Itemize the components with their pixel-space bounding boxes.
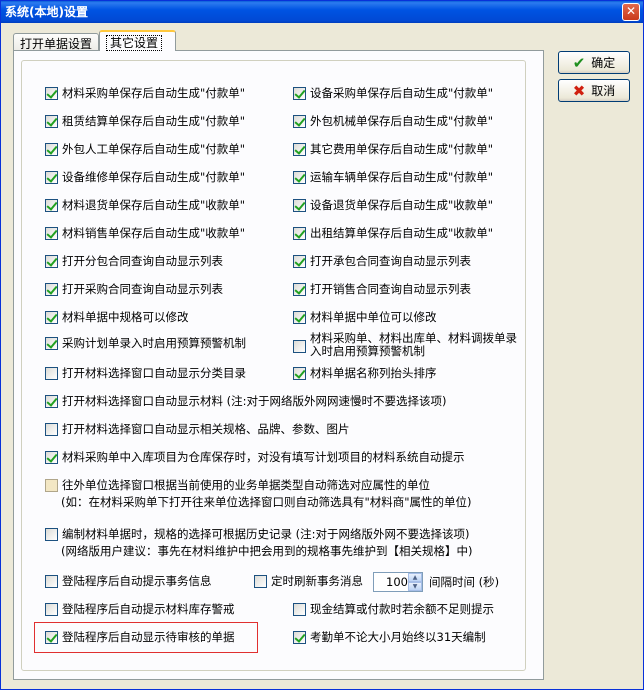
checkbox[interactable] xyxy=(293,227,306,240)
checkbox[interactable] xyxy=(45,283,58,296)
settings-window: 系统(本地)设置 ✕ 打开单据设置 其它设置 材料采购单保存后自动生成"付款单"… xyxy=(0,0,644,690)
option-spec-editable[interactable]: 材料单据中规格可以修改 xyxy=(45,310,189,325)
checkmark-icon: ✔ xyxy=(572,53,586,72)
option-plan-budget-warning[interactable]: 采购计划单录入时启用预算预警机制 xyxy=(45,336,246,351)
window-title: 系统(本地)设置 xyxy=(5,5,88,19)
checkbox[interactable] xyxy=(45,631,58,644)
checkbox[interactable] xyxy=(45,367,58,380)
option-contract-query-list[interactable]: 打开承包合同查询自动显示列表 xyxy=(293,254,471,269)
checkbox[interactable] xyxy=(293,171,306,184)
checkbox[interactable] xyxy=(293,603,306,616)
option-attendance-31-days[interactable]: 考勤单不论大小月始终以31天编制 xyxy=(293,630,486,645)
refresh-interval-stepper[interactable]: 100 ▲ ▼ xyxy=(373,572,423,592)
option-transport-vehicle-payment[interactable]: 运输车辆单保存后自动生成"付款单" xyxy=(293,170,493,185)
option-unit-editable[interactable]: 材料单据中单位可以修改 xyxy=(293,310,437,325)
checkbox[interactable] xyxy=(293,340,306,353)
spin-down-icon[interactable]: ▼ xyxy=(408,582,422,591)
option-subcontract-query-list[interactable]: 打开分包合同查询自动显示列表 xyxy=(45,254,223,269)
option-material-window-category[interactable]: 打开材料选择窗口自动显示分类目录 xyxy=(45,366,246,381)
option-material-sales-receipt[interactable]: 材料销售单保存后自动生成"收款单" xyxy=(45,226,245,241)
option-equipment-purchase-payment[interactable]: 设备采购单保存后自动生成"付款单" xyxy=(293,86,493,101)
checkbox[interactable] xyxy=(254,575,267,588)
option-outsource-labor-payment[interactable]: 外包人工单保存后自动生成"付款单" xyxy=(45,142,245,157)
checkbox[interactable] xyxy=(45,115,58,128)
cancel-button[interactable]: ✖ 取消 xyxy=(558,79,630,102)
checkbox[interactable] xyxy=(293,311,306,324)
option-material-purchase-payment[interactable]: 材料采购单保存后自动生成"付款单" xyxy=(45,86,245,101)
option-purchase-contract-query-list[interactable]: 打开采购合同查询自动显示列表 xyxy=(45,282,223,297)
checkbox[interactable] xyxy=(45,337,58,350)
option-login-stock-warning[interactable]: 登陆程序后自动提示材料库存警戒 xyxy=(45,602,235,617)
option-equipment-repair-payment[interactable]: 设备维修单保存后自动生成"付款单" xyxy=(45,170,245,185)
checkbox[interactable] xyxy=(45,603,58,616)
checkbox[interactable] xyxy=(293,87,306,100)
refresh-interval-value: 100 xyxy=(386,575,408,589)
option-equipment-return-receipt[interactable]: 设备退货单保存后自动生成"收款单" xyxy=(293,198,493,213)
checkbox[interactable] xyxy=(293,199,306,212)
option-note: (网络版用户建议：事先在材料维护中把会用到的规格事先维护到【相关规格】中) xyxy=(61,544,473,558)
checkbox[interactable] xyxy=(293,255,306,268)
checkbox[interactable] xyxy=(45,575,58,588)
option-note: (如：在材料采购单下打开往来单位选择窗口则自动筛选具有"材料商"属性的单位) xyxy=(61,495,472,509)
option-insufficient-balance[interactable]: 现金结算或付款时若余额不足则提示 xyxy=(293,602,494,617)
checkbox[interactable] xyxy=(45,423,58,436)
checkbox[interactable] xyxy=(45,227,58,240)
checkbox[interactable] xyxy=(45,311,58,324)
option-unit-auto-filter[interactable]: 往外单位选择窗口根据当前使用的业务单据类型自动筛选对应属性的单位 (如：在材料采… xyxy=(45,478,472,510)
option-spec-history[interactable]: 编制材料单据时，规格的选择可根据历史记录 (注:对于网络版外网不要选择该项) (… xyxy=(45,527,472,559)
option-material-window-related[interactable]: 打开材料选择窗口自动显示相关规格、品牌、参数、图片 xyxy=(45,422,350,437)
checkbox[interactable] xyxy=(45,87,58,100)
checkbox[interactable] xyxy=(45,479,58,492)
checkbox[interactable] xyxy=(45,143,58,156)
option-rental-settlement-receipt[interactable]: 出租结算单保存后自动生成"收款单" xyxy=(293,226,493,241)
option-material-doc-budget-warning[interactable]: 材料采购单、材料出库单、材料调拨单录入时启用预算预警机制 xyxy=(293,332,518,358)
option-other-expense-payment[interactable]: 其它费用单保存后自动生成"付款单" xyxy=(293,142,493,157)
checkbox[interactable] xyxy=(293,631,306,644)
option-warehouse-plan-prompt[interactable]: 材料采购单中入库项目为仓库保存时，对没有填写计划项目的材料系统自动提示 xyxy=(45,450,465,465)
checkbox[interactable] xyxy=(45,199,58,212)
tab-other-settings[interactable]: 其它设置 xyxy=(99,30,176,51)
checkbox[interactable] xyxy=(45,255,58,268)
option-material-name-sort[interactable]: 材料单据名称列抬头排序 xyxy=(293,366,437,381)
option-login-pending-review[interactable]: 登陆程序后自动显示待审核的单据 xyxy=(45,630,235,645)
ok-button[interactable]: ✔ 确定 xyxy=(558,51,630,74)
checkbox[interactable] xyxy=(45,528,58,541)
option-timed-refresh[interactable]: 定时刷新事务消息 xyxy=(254,574,363,589)
spin-up-icon[interactable]: ▲ xyxy=(408,573,422,582)
title-bar: 系统(本地)设置 ✕ xyxy=(1,1,643,23)
checkbox[interactable] xyxy=(45,395,58,408)
cross-icon: ✖ xyxy=(572,81,586,100)
checkbox[interactable] xyxy=(293,143,306,156)
option-material-window-auto-show[interactable]: 打开材料选择窗口自动显示材料 (注:对于网络版外网网速慢时不要选择该项) xyxy=(45,394,447,409)
refresh-interval-label: 间隔时间 (秒) xyxy=(429,575,500,589)
checkbox[interactable] xyxy=(45,451,58,464)
checkbox[interactable] xyxy=(293,283,306,296)
close-icon[interactable]: ✕ xyxy=(622,3,640,21)
option-lease-settlement-payment[interactable]: 租赁结算单保存后自动生成"付款单" xyxy=(45,114,245,129)
tab-open-document-settings[interactable]: 打开单据设置 xyxy=(13,33,99,51)
checkbox[interactable] xyxy=(293,367,306,380)
option-sales-contract-query-list[interactable]: 打开销售合同查询自动显示列表 xyxy=(293,282,471,297)
option-material-return-receipt[interactable]: 材料退货单保存后自动生成"收款单" xyxy=(45,198,245,213)
checkbox[interactable] xyxy=(293,115,306,128)
option-outsource-machinery-payment[interactable]: 外包机械单保存后自动生成"付款单" xyxy=(293,114,493,129)
option-login-affairs-prompt[interactable]: 登陆程序后自动提示事务信息 xyxy=(45,574,212,589)
checkbox[interactable] xyxy=(45,171,58,184)
